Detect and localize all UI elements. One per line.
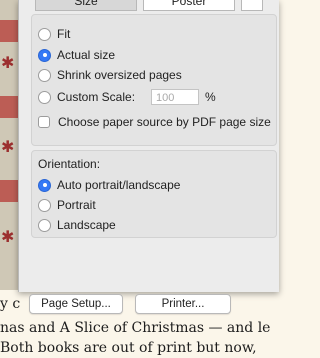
orientation-portrait-option[interactable]: Portrait: [38, 198, 96, 212]
orientation-landscape-label: Landscape: [57, 218, 116, 232]
orientation-group: Orientation: Auto portrait/landscape Por…: [31, 150, 277, 238]
fit-option[interactable]: Fit: [38, 27, 70, 41]
tab-bar: Size Poster: [35, 0, 269, 11]
page-setup-button[interactable]: Page Setup...: [29, 294, 123, 314]
print-dialog: Size Poster Fit Actual size Shrink overs…: [18, 0, 279, 314]
custom-scale-option[interactable]: Custom Scale: 100 %: [38, 89, 216, 105]
orientation-landscape-option[interactable]: Landscape: [38, 218, 116, 232]
custom-scale-radio[interactable]: [38, 90, 51, 104]
actual-size-radio[interactable]: [38, 48, 51, 62]
background-document-image: ✱ ✱ ✱: [0, 0, 18, 290]
background-text-line-3: Both books are out of print but now,: [0, 340, 257, 356]
fit-radio[interactable]: [38, 27, 51, 41]
orientation-label: Orientation:: [38, 157, 101, 171]
shrink-oversized-radio[interactable]: [38, 68, 51, 82]
orientation-auto-label: Auto portrait/landscape: [57, 178, 181, 192]
orientation-portrait-radio[interactable]: [38, 198, 51, 212]
shrink-oversized-label: Shrink oversized pages: [57, 68, 182, 82]
tab-size[interactable]: Size: [35, 0, 137, 11]
custom-scale-label: Custom Scale:: [57, 90, 136, 104]
background-text-line-2: nas and A Slice of Christmas — and le: [0, 320, 271, 336]
shrink-oversized-option[interactable]: Shrink oversized pages: [38, 68, 182, 82]
paper-source-label: Choose paper source by PDF page size: [58, 115, 271, 129]
orientation-portrait-label: Portrait: [57, 198, 96, 212]
orientation-landscape-radio[interactable]: [38, 218, 51, 232]
actual-size-option[interactable]: Actual size: [38, 48, 115, 62]
actual-size-label: Actual size: [57, 48, 116, 62]
custom-scale-input[interactable]: 100: [151, 89, 200, 105]
tab-more[interactable]: [241, 0, 263, 11]
background-text-line-1: y c: [0, 296, 21, 312]
orientation-auto-radio[interactable]: [38, 178, 51, 192]
orientation-auto-option[interactable]: Auto portrait/landscape: [38, 178, 180, 192]
percent-label: %: [205, 90, 216, 104]
tab-poster[interactable]: Poster: [143, 0, 235, 11]
printer-button[interactable]: Printer...: [135, 294, 231, 314]
scaling-group: Fit Actual size Shrink oversized pages C…: [31, 14, 277, 146]
paper-source-option[interactable]: Choose paper source by PDF page size: [38, 115, 271, 129]
fit-label: Fit: [57, 27, 71, 41]
paper-source-checkbox[interactable]: [38, 116, 50, 128]
